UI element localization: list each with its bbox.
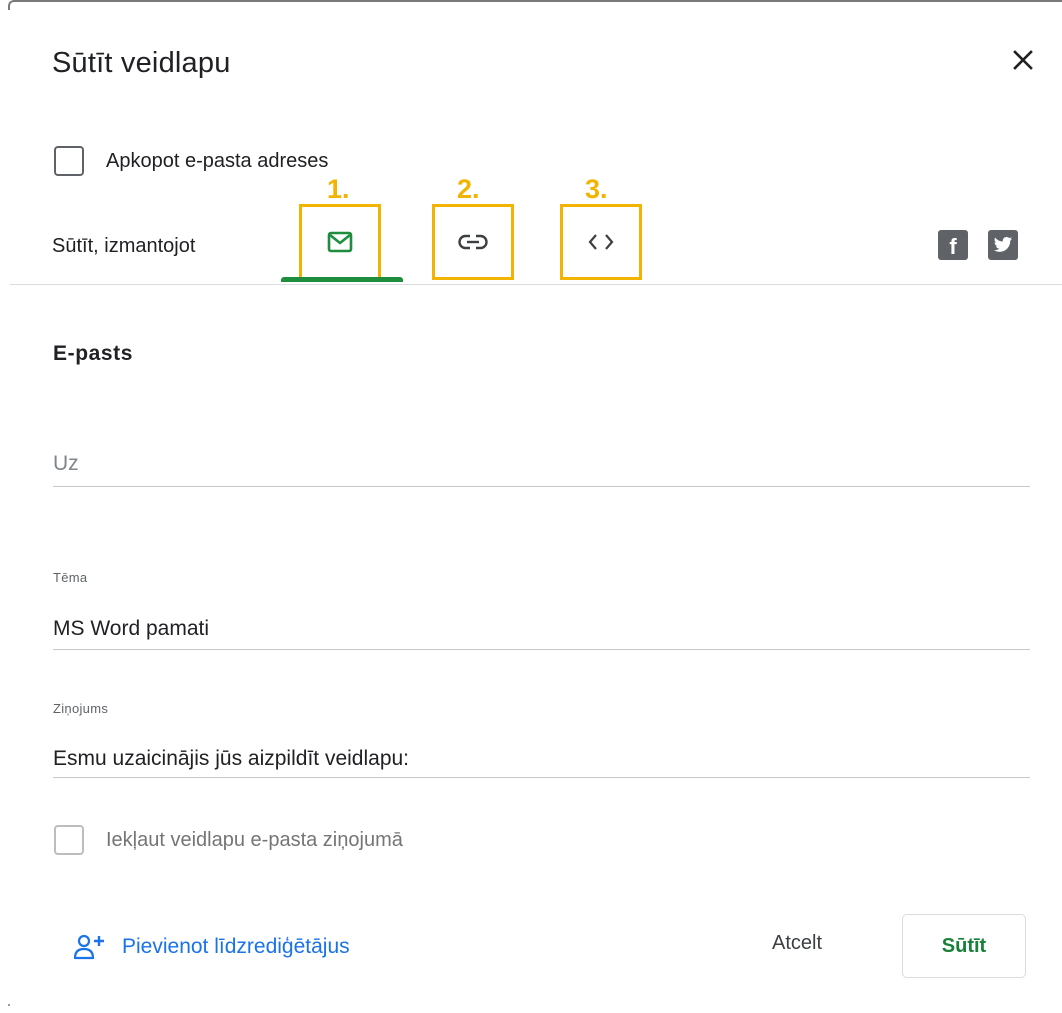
collect-emails-row[interactable]: Apkopot e-pasta adreses: [54, 146, 328, 176]
to-input[interactable]: [53, 450, 1030, 478]
tabs-divider: [10, 284, 1062, 285]
message-label: Ziņojums: [53, 701, 109, 716]
to-underline: [53, 486, 1030, 487]
email-section-title: E-pasts: [53, 342, 134, 365]
include-form-row[interactable]: Iekļaut veidlapu e-pasta ziņojumā: [54, 825, 403, 855]
annotation-2: 2.: [457, 174, 480, 204]
send-button[interactable]: Sūtīt: [902, 914, 1026, 978]
add-editors-label: Pievienot līdzrediģētājus: [122, 935, 350, 958]
facebook-icon: f: [949, 234, 957, 259]
active-tab-indicator: [281, 277, 403, 282]
include-form-label: Iekļaut veidlapu e-pasta ziņojumā: [106, 828, 403, 851]
facebook-share-button[interactable]: f: [938, 230, 968, 260]
tab-email[interactable]: [299, 204, 381, 280]
annotation-1: 1.: [327, 174, 350, 204]
tab-embed[interactable]: [560, 204, 642, 280]
include-form-checkbox[interactable]: [54, 825, 84, 855]
message-field: Ziņojums: [53, 701, 1030, 781]
twitter-share-button[interactable]: [988, 230, 1018, 260]
twitter-icon: [993, 237, 1013, 252]
edge-mark: [8, 1004, 10, 1006]
close-icon: [1013, 50, 1033, 70]
message-input[interactable]: [53, 745, 1030, 773]
window-edge: [8, 0, 1062, 10]
subject-label: Tēma: [53, 570, 88, 585]
collect-emails-checkbox[interactable]: [54, 146, 84, 176]
link-icon: [458, 234, 488, 250]
cancel-button[interactable]: Atcelt: [772, 932, 822, 955]
dialog-title: Sūtīt veidlapu: [52, 47, 231, 79]
add-person-icon: [74, 934, 104, 960]
mail-icon: [327, 231, 353, 253]
to-field: [53, 448, 1030, 488]
embed-code-icon: [588, 234, 614, 250]
close-button[interactable]: [1003, 40, 1043, 80]
send-form-dialog: Sūtīt veidlapu Apkopot e-pasta adreses S…: [0, 0, 1062, 1013]
subject-field: Tēma: [53, 570, 1030, 652]
send-via-label: Sūtīt, izmantojot: [52, 235, 196, 257]
collect-emails-label: Apkopot e-pasta adreses: [106, 149, 329, 172]
subject-input[interactable]: [53, 615, 1030, 643]
subject-underline: [53, 649, 1030, 650]
add-editors-button[interactable]: Pievienot līdzrediģētājus: [74, 934, 350, 960]
tab-link[interactable]: [432, 204, 514, 280]
annotation-3: 3.: [585, 174, 608, 204]
message-underline: [53, 777, 1030, 778]
